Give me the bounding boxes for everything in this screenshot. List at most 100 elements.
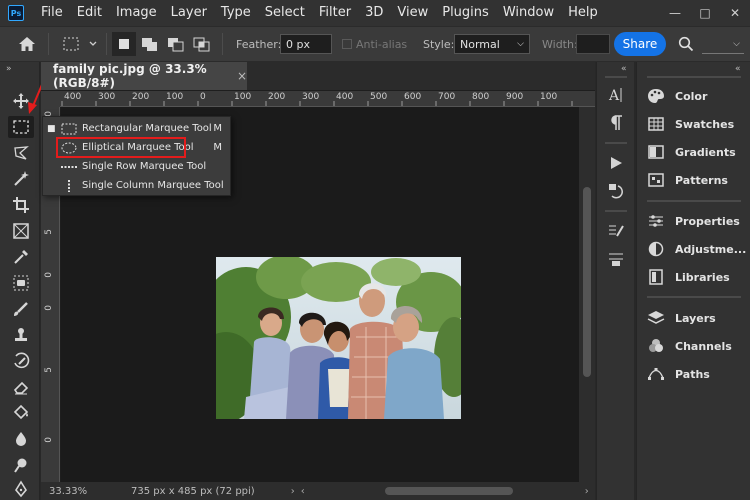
separator [106, 33, 107, 55]
panel-label: Gradients [675, 145, 736, 159]
home-icon[interactable] [18, 27, 36, 61]
pen-tool-icon[interactable] [8, 478, 34, 500]
width-field-wrap [576, 27, 610, 61]
menu-window[interactable]: Window [496, 0, 561, 26]
document-tab[interactable]: family pic.jpg @ 33.3% (RGB/8#) × [41, 62, 247, 90]
patterns-icon [647, 172, 665, 188]
panel-adjustments[interactable]: Adjustme... [647, 239, 750, 259]
panel-grip[interactable] [605, 76, 627, 78]
vertical-scrollbar[interactable] [579, 107, 595, 482]
ruler-tick-label: 400 [336, 92, 354, 102]
intersect-selection-icon[interactable] [192, 27, 212, 61]
menu-plugins[interactable]: Plugins [435, 0, 496, 26]
flyout-item-single-row[interactable]: Single Row Marquee Tool [43, 157, 230, 176]
flyout-item-single-column[interactable]: Single Column Marquee Tool [43, 176, 230, 195]
separator [48, 33, 49, 55]
menu-help[interactable]: Help [561, 0, 605, 26]
spot-healing-brush-icon[interactable] [8, 272, 34, 294]
add-to-selection-icon[interactable] [140, 27, 160, 61]
frame-tool-icon[interactable] [8, 220, 34, 242]
paragraph-panel-icon[interactable] [606, 114, 626, 132]
panel-paths[interactable]: Paths [647, 364, 750, 384]
width-input[interactable] [576, 34, 610, 54]
panel-grip[interactable] [605, 210, 627, 212]
menu-file[interactable]: File [34, 0, 70, 26]
dodge-tool-icon[interactable] [8, 454, 34, 476]
eraser-icon[interactable] [8, 376, 34, 398]
document-info[interactable]: 735 px x 485 px (72 ppi) [131, 486, 255, 497]
collapse-icon[interactable]: « [621, 64, 627, 74]
menu-image[interactable]: Image [109, 0, 164, 26]
svg-text:A: A [608, 88, 620, 104]
chevron-left-icon[interactable]: ‹ [301, 486, 305, 497]
chevron-right-icon[interactable]: › [291, 486, 295, 497]
brush-tool-icon[interactable] [8, 298, 34, 320]
collapse-icon[interactable]: « [735, 64, 741, 74]
panel-layers[interactable]: Layers [647, 308, 750, 328]
flyout-item-label: Rectangular Marquee Tool [82, 123, 212, 134]
panel-swatches[interactable]: Swatches [647, 114, 750, 134]
menu-type[interactable]: Type [214, 0, 258, 26]
panel-libraries[interactable]: Libraries [647, 267, 750, 287]
workspace-switcher[interactable]: ⌵ [702, 27, 744, 61]
feather-input[interactable]: 0 px [280, 34, 332, 54]
panel-gradients[interactable]: Gradients [647, 142, 750, 162]
family-photo[interactable] [216, 257, 461, 419]
crop-tool-icon[interactable] [8, 194, 34, 216]
play-actions-icon[interactable] [606, 154, 626, 172]
horizontal-scrollbar-thumb[interactable] [384, 487, 513, 495]
restore-icon[interactable]: □ [690, 0, 720, 26]
eyedropper-icon[interactable] [8, 246, 34, 268]
share-button[interactable]: Share [614, 32, 666, 56]
panel-grip[interactable] [605, 142, 627, 144]
menu-select[interactable]: Select [258, 0, 312, 26]
magic-wand-icon[interactable] [8, 168, 34, 190]
panel-color[interactable]: Color [647, 86, 750, 106]
highlight-box [56, 137, 186, 158]
panel-patterns[interactable]: Patterns [647, 170, 750, 190]
panel-grip[interactable] [647, 76, 741, 78]
ruler-tick-label: 700 [438, 92, 456, 102]
width-label: Width: [542, 37, 578, 51]
zoom-level[interactable]: 33.33% [49, 486, 121, 497]
style-select[interactable]: Normal ⌵ [454, 27, 530, 61]
panel-channels[interactable]: Channels [647, 336, 750, 356]
menu-edit[interactable]: Edit [70, 0, 109, 26]
close-window-icon[interactable]: ✕ [720, 0, 750, 26]
close-tab-icon[interactable]: × [237, 69, 247, 83]
history-brush-icon[interactable] [8, 350, 34, 372]
column-marquee-icon [68, 179, 70, 192]
separator [222, 33, 223, 55]
paths-icon [647, 366, 665, 382]
panel-grip[interactable] [647, 296, 741, 298]
menu-filter[interactable]: Filter [312, 0, 358, 26]
new-selection-icon[interactable] [112, 32, 136, 56]
ruler-tick-label: 100 [166, 92, 184, 102]
subtract-from-selection-icon[interactable] [166, 27, 186, 61]
menu-layer[interactable]: Layer [164, 0, 214, 26]
blur-tool-icon[interactable] [8, 428, 34, 450]
panel-grip[interactable] [647, 200, 741, 202]
scrollbar-thumb[interactable] [583, 187, 591, 377]
ruler-tick-label: 0 [44, 437, 54, 443]
clone-stamp-icon[interactable] [8, 324, 34, 346]
brush-settings-icon[interactable] [606, 222, 626, 240]
ruler-tick-label: 5 [44, 367, 54, 373]
menu-3d[interactable]: 3D [358, 0, 390, 26]
ruler-tick-label: 300 [98, 92, 116, 102]
menu-view[interactable]: View [390, 0, 435, 26]
character-panel-icon[interactable]: A [606, 86, 626, 104]
panel-properties[interactable]: Properties [647, 211, 750, 231]
history-panel-icon[interactable] [606, 182, 626, 200]
tool-preset-picker[interactable] [62, 27, 98, 61]
paint-bucket-icon[interactable] [8, 402, 34, 424]
flyout-item-rectangular[interactable]: ■ Rectangular Marquee Tool M [43, 119, 230, 138]
clone-source-icon[interactable] [606, 250, 626, 268]
antialias-checkbox[interactable]: Anti-alias [342, 27, 407, 61]
row-marquee-icon [61, 165, 77, 168]
minimize-icon[interactable]: — [660, 0, 690, 26]
lasso-tool-icon[interactable] [8, 142, 34, 164]
horizontal-ruler[interactable]: 400 300 200 100 0 100 200 300 400 500 60… [60, 91, 595, 107]
search-icon[interactable] [678, 27, 694, 61]
chevron-right-icon[interactable]: › [585, 486, 589, 497]
